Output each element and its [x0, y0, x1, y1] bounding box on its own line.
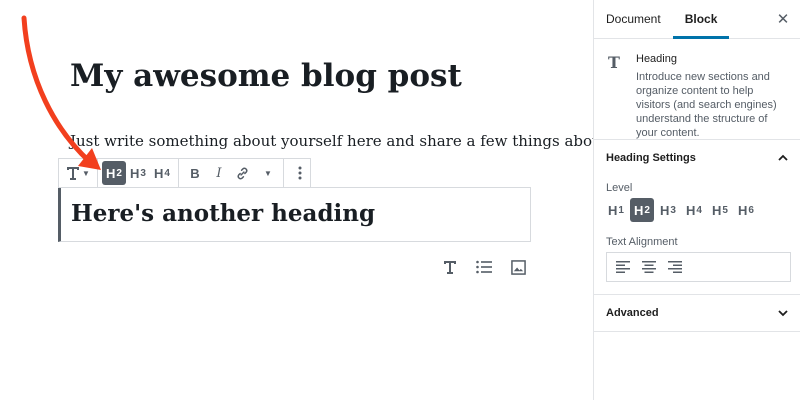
toolbar-h4-button[interactable]: H4: [150, 161, 174, 185]
text-alignment-toolbar: [606, 252, 791, 282]
tab-block[interactable]: Block: [672, 0, 730, 39]
paragraph-block[interactable]: Just write something about yourself here…: [70, 132, 643, 150]
more-options-button[interactable]: [288, 161, 312, 185]
level-label: Level: [606, 182, 633, 194]
chevron-down-icon: [778, 310, 788, 317]
settings-sidebar: Document Block ✕ T Heading Introduce new…: [593, 0, 800, 400]
close-icon: ✕: [776, 11, 790, 28]
heading-T-icon: [67, 167, 79, 180]
toolbar-h3-button[interactable]: H3: [126, 161, 150, 185]
link-button[interactable]: [231, 161, 255, 185]
image-icon: [510, 259, 526, 275]
level-h5-button[interactable]: H5: [708, 198, 732, 222]
heading-level-group: H2 H3 H4: [98, 159, 179, 187]
level-h3-button[interactable]: H3: [656, 198, 680, 222]
paragraph-icon: [444, 261, 456, 274]
advanced-panel: Advanced: [594, 295, 800, 332]
heading-settings-toggle[interactable]: Heading Settings: [594, 140, 800, 176]
chevron-up-icon: [778, 154, 788, 161]
sidebar-tabs: Document Block ✕: [594, 0, 800, 39]
block-card-description: Introduce new sections and organize cont…: [636, 71, 777, 139]
level-h2-button[interactable]: H2: [630, 198, 654, 222]
block-switcher-group: ▼: [59, 159, 98, 187]
add-image-button[interactable]: [508, 257, 528, 277]
block-switcher-button[interactable]: ▼: [63, 161, 93, 185]
add-list-button[interactable]: [474, 257, 494, 277]
align-right-icon: [668, 261, 682, 273]
align-left-button[interactable]: [613, 257, 633, 277]
link-icon: [237, 167, 248, 179]
more-group: [284, 159, 316, 187]
level-h1-button[interactable]: H1: [604, 198, 628, 222]
block-card-title: Heading: [636, 53, 677, 65]
level-h6-button[interactable]: H6: [734, 198, 758, 222]
heading-block-icon: T: [608, 53, 620, 72]
block-inserter-shortcuts: [440, 257, 528, 277]
editor-canvas: My awesome blog post Just write somethin…: [0, 0, 643, 400]
more-vertical-icon: [298, 166, 302, 180]
heading-text[interactable]: Here's another heading: [71, 200, 375, 227]
text-alignment-label: Text Alignment: [606, 236, 678, 248]
post-title[interactable]: My awesome blog post: [70, 58, 462, 94]
bold-button[interactable]: B: [183, 161, 207, 185]
add-paragraph-button[interactable]: [440, 257, 460, 277]
list-icon: [476, 260, 492, 274]
heading-settings-panel: Heading Settings Level H1 H2 H3 H4 H5 H6…: [594, 140, 800, 295]
align-left-icon: [616, 261, 630, 273]
advanced-title: Advanced: [606, 307, 659, 319]
block-toolbar: ▼ H2 H3 H4 B I ▼: [58, 158, 311, 188]
heading-settings-title: Heading Settings: [606, 152, 696, 164]
more-formats-button[interactable]: ▼: [255, 161, 279, 185]
caret-down-icon: ▼: [263, 168, 272, 178]
format-group: B I ▼: [179, 159, 284, 187]
align-right-button[interactable]: [665, 257, 685, 277]
toolbar-h2-button[interactable]: H2: [101, 161, 126, 185]
level-h4-button[interactable]: H4: [682, 198, 706, 222]
caret-down-icon: ▼: [82, 168, 90, 178]
close-sidebar-button[interactable]: ✕: [774, 10, 792, 28]
align-center-icon: [642, 261, 656, 273]
block-card-body: Heading Introduce new sections and organ…: [634, 53, 788, 139]
align-center-button[interactable]: [639, 257, 659, 277]
tab-document[interactable]: Document: [594, 0, 673, 38]
advanced-toggle[interactable]: Advanced: [594, 295, 800, 331]
level-selector: H1 H2 H3 H4 H5 H6: [594, 198, 800, 222]
block-card: T Heading Introduce new sections and org…: [594, 39, 800, 140]
heading-block[interactable]: Here's another heading: [58, 187, 531, 242]
italic-button[interactable]: I: [207, 161, 231, 185]
